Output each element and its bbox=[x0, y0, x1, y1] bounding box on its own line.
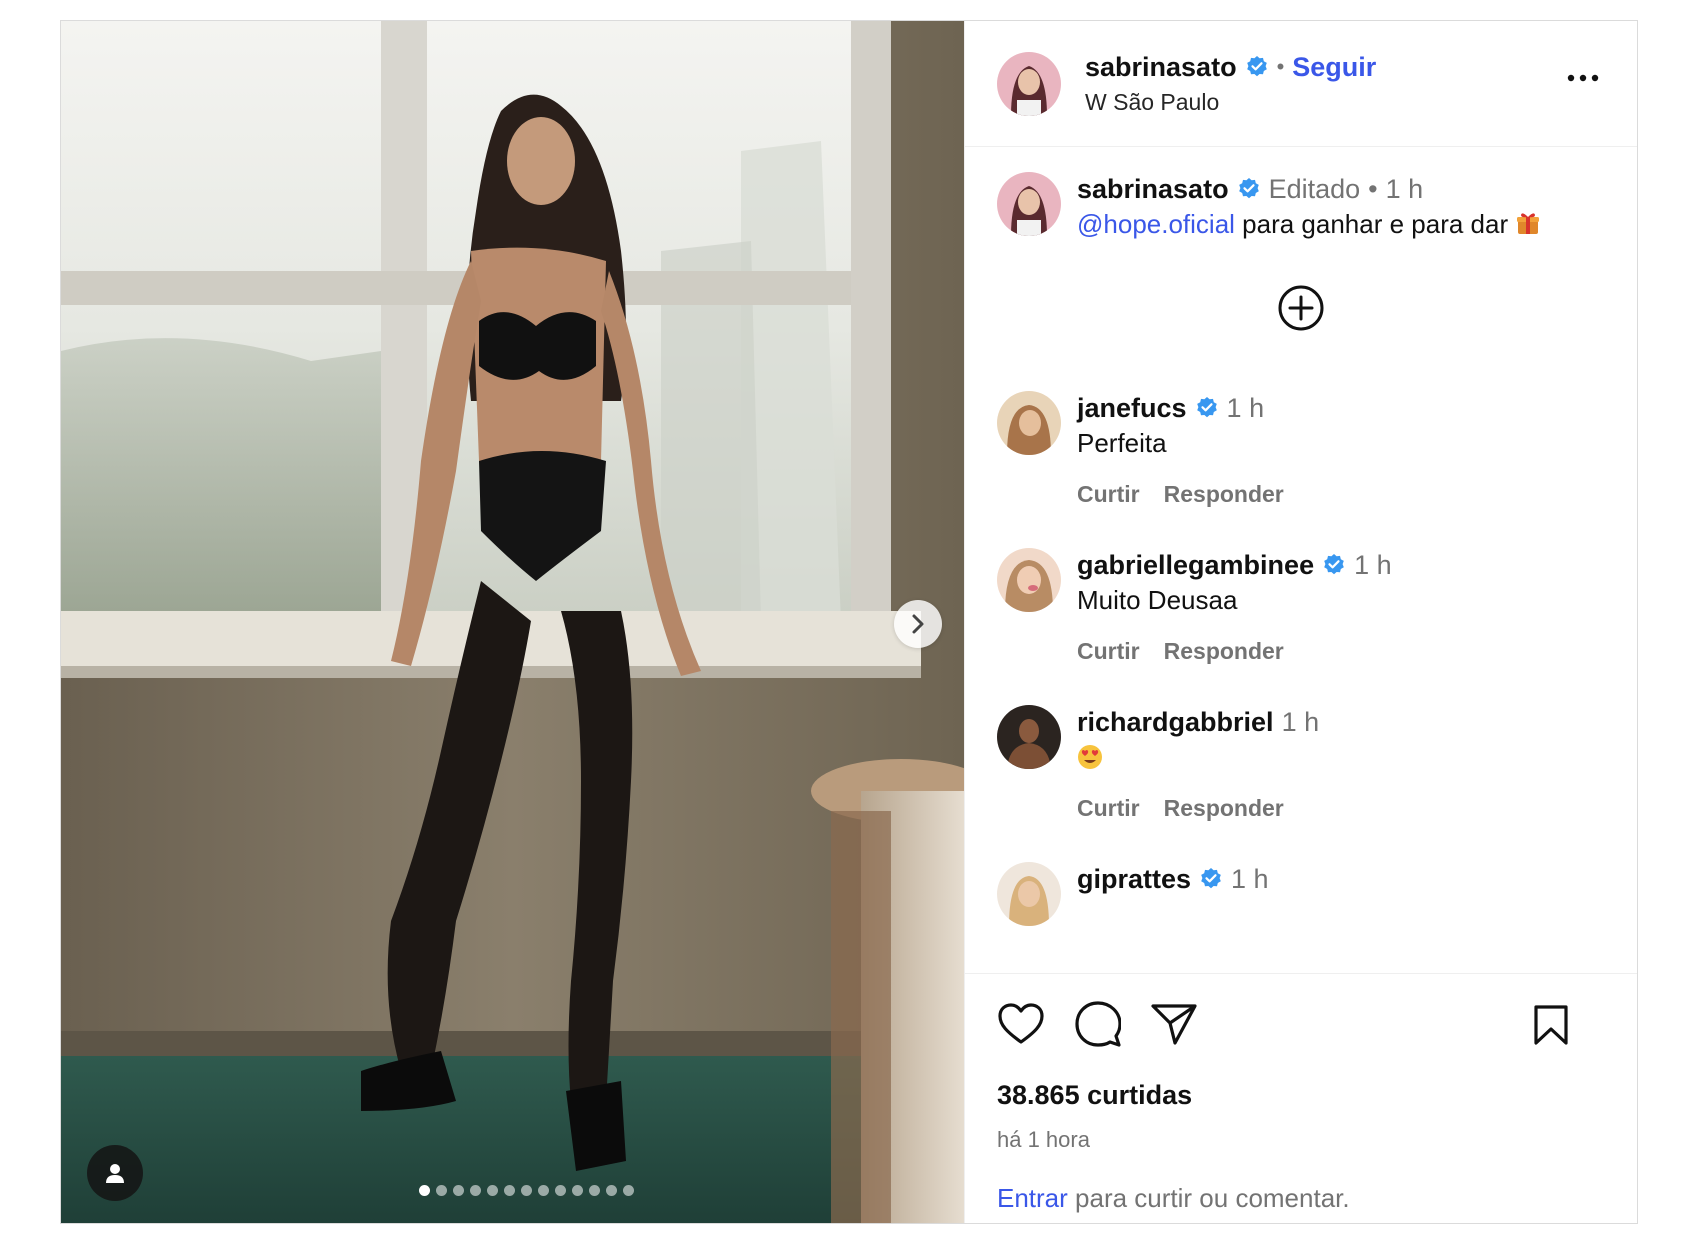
chevron-right-icon bbox=[912, 614, 924, 634]
carousel-dot bbox=[521, 1185, 532, 1196]
carousel-dot bbox=[453, 1185, 464, 1196]
carousel-dot bbox=[419, 1185, 430, 1196]
login-prompt-text: para curtir ou comentar. bbox=[1067, 1183, 1350, 1213]
reply-comment-button[interactable]: Responder bbox=[1164, 638, 1284, 665]
bookmark-icon bbox=[1534, 1005, 1568, 1045]
reply-comment-button[interactable]: Responder bbox=[1164, 795, 1284, 822]
carousel-dot bbox=[589, 1185, 600, 1196]
comment-time: 1 h bbox=[1231, 864, 1269, 894]
post-media[interactable] bbox=[61, 21, 964, 1223]
like-button[interactable] bbox=[997, 1002, 1045, 1046]
carousel-indicator bbox=[61, 1185, 964, 1196]
caption-author-avatar[interactable] bbox=[997, 172, 1061, 236]
carousel-dot bbox=[606, 1185, 617, 1196]
post-photo bbox=[61, 21, 964, 1223]
carousel-dot bbox=[487, 1185, 498, 1196]
paper-plane-icon bbox=[1151, 1004, 1197, 1045]
carousel-dot bbox=[504, 1185, 515, 1196]
comment-text: Muito Deusaa bbox=[1077, 585, 1238, 615]
caption-time: 1 h bbox=[1385, 174, 1424, 204]
post-caption: sabrinasato Editado • 1 h @hope.oficial … bbox=[997, 172, 1605, 242]
post-location[interactable]: W São Paulo bbox=[1085, 89, 1376, 116]
heart-icon bbox=[998, 1003, 1044, 1044]
like-comment-button[interactable]: Curtir bbox=[1077, 795, 1140, 822]
comment-time: 1 h bbox=[1281, 707, 1320, 737]
caption-author-username[interactable]: sabrinasato bbox=[1077, 172, 1229, 206]
comment-button[interactable] bbox=[1075, 1001, 1121, 1047]
likes-count[interactable]: 38.865 curtidas bbox=[997, 1080, 1605, 1111]
carousel-dot bbox=[623, 1185, 634, 1196]
verified-badge-icon bbox=[1324, 554, 1344, 575]
more-horizontal-icon bbox=[1567, 74, 1599, 82]
next-slide-button[interactable] bbox=[894, 600, 942, 648]
commenter-username[interactable]: janefucs bbox=[1077, 391, 1187, 425]
verified-badge-icon bbox=[1201, 868, 1221, 889]
save-button[interactable] bbox=[1533, 1004, 1569, 1051]
login-link[interactable]: Entrar bbox=[997, 1183, 1068, 1213]
carousel-dot bbox=[470, 1185, 481, 1196]
commenter-username[interactable]: giprattes bbox=[1077, 862, 1191, 896]
follow-button[interactable]: Seguir bbox=[1292, 52, 1376, 83]
carousel-dot bbox=[572, 1185, 583, 1196]
author-avatar[interactable] bbox=[997, 51, 1061, 116]
commenter-avatar[interactable] bbox=[997, 862, 1061, 926]
comment-item: gabriellegambinee 1 h Muito Deusaa Curti… bbox=[997, 548, 1605, 665]
comment-item: richardgabbriel 1 h Curtir Responder bbox=[997, 705, 1605, 822]
comment-bubble-icon bbox=[1075, 1001, 1121, 1047]
caption-text: para ganhar e para dar bbox=[1234, 209, 1509, 239]
verified-badge-icon bbox=[1196, 397, 1217, 418]
comment-time: 1 h bbox=[1226, 393, 1265, 423]
carousel-dot bbox=[436, 1185, 447, 1196]
more-options-button[interactable] bbox=[1567, 69, 1599, 87]
plus-circle-icon bbox=[1278, 285, 1324, 331]
verified-badge-icon bbox=[1238, 178, 1259, 199]
post-side-panel: sabrinasato • Seguir W São Paulo sabrina… bbox=[964, 21, 1637, 1223]
like-comment-button[interactable]: Curtir bbox=[1077, 638, 1140, 665]
carousel-dot bbox=[555, 1185, 566, 1196]
author-username[interactable]: sabrinasato bbox=[1085, 52, 1237, 83]
gift-emoji-icon bbox=[1517, 213, 1540, 234]
header-separator: • bbox=[1276, 54, 1285, 79]
edited-label: Editado bbox=[1268, 174, 1361, 204]
login-prompt: Entrar para curtir ou comentar. bbox=[997, 1183, 1350, 1214]
like-comment-button[interactable]: Curtir bbox=[1077, 481, 1140, 508]
commenter-avatar[interactable] bbox=[997, 391, 1061, 455]
comment-item: janefucs 1 h Perfeita Curtir Responder bbox=[997, 391, 1605, 508]
share-button[interactable] bbox=[1151, 1002, 1197, 1046]
commenter-avatar[interactable] bbox=[997, 705, 1061, 769]
caption-mention-link[interactable]: @hope.oficial bbox=[1077, 209, 1235, 239]
commenter-username[interactable]: richardgabbriel bbox=[1077, 705, 1274, 739]
post-timestamp[interactable]: há 1 hora bbox=[997, 1127, 1605, 1153]
instagram-post: sabrinasato • Seguir W São Paulo sabrina… bbox=[60, 20, 1638, 1224]
heart-eyes-emoji-icon bbox=[1078, 745, 1102, 769]
post-actions: 38.865 curtidas há 1 hora Entrar para cu… bbox=[965, 973, 1637, 1213]
verified-badge-icon bbox=[1246, 56, 1267, 77]
caption-dot: • bbox=[1368, 174, 1378, 204]
carousel-dot bbox=[538, 1185, 549, 1196]
reply-comment-button[interactable]: Responder bbox=[1164, 481, 1284, 508]
comment-item: giprattes 1 h bbox=[997, 862, 1605, 926]
comments-list[interactable]: sabrinasato Editado • 1 h @hope.oficial … bbox=[965, 148, 1637, 972]
comment-time: 1 h bbox=[1354, 550, 1392, 580]
comment-text: Perfeita bbox=[1077, 428, 1167, 458]
user-icon bbox=[106, 1164, 124, 1183]
commenter-username[interactable]: gabriellegambinee bbox=[1077, 548, 1314, 582]
post-header: sabrinasato • Seguir W São Paulo bbox=[965, 21, 1637, 147]
commenter-avatar[interactable] bbox=[997, 548, 1061, 612]
load-more-comments-button[interactable] bbox=[1277, 284, 1325, 337]
